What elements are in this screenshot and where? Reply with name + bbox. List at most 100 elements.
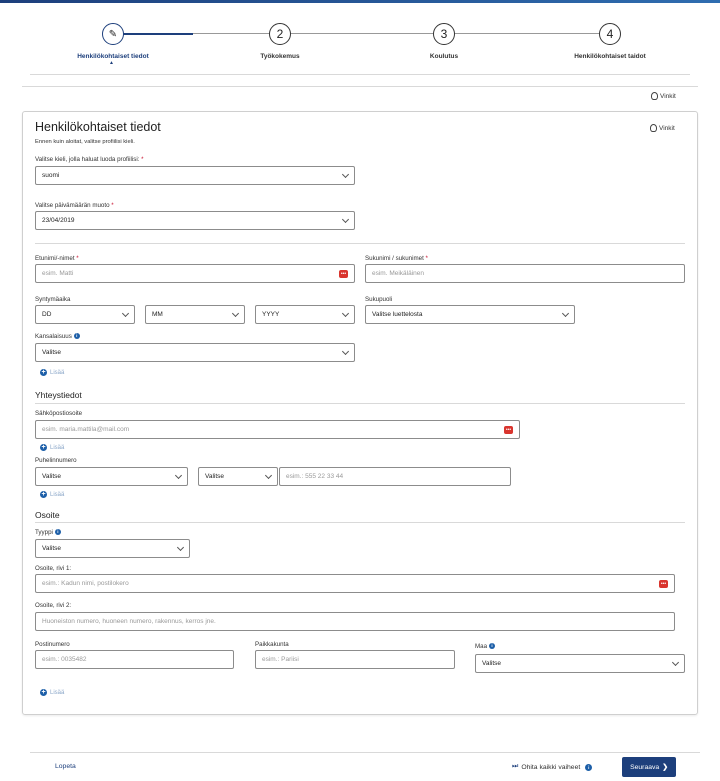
language-select[interactable]: suomi xyxy=(35,166,355,185)
add-label: Lisää xyxy=(50,444,65,451)
chevron-down-icon xyxy=(341,170,350,179)
step-4-circle[interactable]: 4 xyxy=(599,23,621,45)
email-input[interactable]: esim. maria.mattila@mail.com ••• xyxy=(35,420,520,439)
chevron-down-icon xyxy=(561,309,570,318)
gender-select[interactable]: Valitse luettelosta xyxy=(365,305,575,324)
address-line2-placeholder: Huoneiston numero, huoneen numero, raken… xyxy=(42,618,216,625)
phone-type-value: Valitse xyxy=(42,473,62,480)
step-line-3 xyxy=(454,33,599,34)
contact-heading: Yhteystiedot xyxy=(35,390,82,400)
address-line2-input[interactable]: Huoneiston numero, huoneen numero, raken… xyxy=(35,612,675,631)
phone-number-input[interactable]: esim.: 555 22 33 44 xyxy=(279,467,511,486)
divider xyxy=(35,403,685,404)
birth-month-select[interactable]: MM xyxy=(145,305,245,324)
last-name-input[interactable]: esim. Meikäläinen xyxy=(365,264,685,283)
add-nationality-button[interactable]: + Lisää xyxy=(40,369,64,376)
email-placeholder: esim. maria.mattila@mail.com xyxy=(42,426,130,433)
birth-year-select[interactable]: YYYY xyxy=(255,305,355,324)
step-2-circle[interactable]: 2 xyxy=(269,23,291,45)
country-select[interactable]: Valitse xyxy=(475,654,685,673)
nationality-select[interactable]: Valitse xyxy=(35,343,355,362)
info-icon[interactable]: i xyxy=(54,529,61,536)
first-name-input[interactable]: esim. Matti ••• xyxy=(35,264,355,283)
autofill-key-icon[interactable]: ••• xyxy=(339,270,348,278)
phone-placeholder: esim.: 555 22 33 44 xyxy=(286,473,344,480)
step-line-2 xyxy=(290,33,433,34)
chevron-down-icon xyxy=(176,543,185,552)
add-email-button[interactable]: + Lisää xyxy=(40,444,64,451)
add-phone-button[interactable]: + Lisää xyxy=(40,491,64,498)
tips-link-card[interactable]: Vinkit xyxy=(650,124,675,132)
plus-circle-icon: + xyxy=(40,689,47,696)
step-2-number: 2 xyxy=(276,27,284,41)
city-label: Paikkakunta xyxy=(255,641,289,648)
postcode-placeholder: esim.: 0035482 xyxy=(42,656,87,663)
address-heading: Osoite xyxy=(35,510,60,520)
step-2-label[interactable]: Työkokemus xyxy=(215,53,345,60)
lightbulb-icon xyxy=(650,124,657,132)
add-label: Lisää xyxy=(50,491,65,498)
chevron-down-icon xyxy=(231,309,240,318)
birth-day-select[interactable]: DD xyxy=(35,305,135,324)
postcode-input[interactable]: esim.: 0035482 xyxy=(35,650,234,669)
phone-code-value: Valitse xyxy=(205,473,225,480)
info-icon[interactable]: i xyxy=(585,763,593,771)
divider xyxy=(30,74,690,75)
divider xyxy=(35,522,685,523)
gender-label: Sukupuoli xyxy=(365,296,393,303)
tips-label: Vinkit xyxy=(660,92,676,100)
phone-type-select[interactable]: Valitse xyxy=(35,467,188,486)
chevron-down-icon xyxy=(671,658,680,667)
step-3-label[interactable]: Koulutus xyxy=(379,53,509,60)
autofill-key-icon[interactable]: ••• xyxy=(659,580,668,588)
skip-label: Ohita kaikki vaiheet xyxy=(521,763,581,771)
first-name-label: Etunimi/-nimet * xyxy=(35,255,79,262)
step-3-number: 3 xyxy=(440,27,448,41)
step-4-number: 4 xyxy=(606,27,614,41)
first-name-placeholder: esim. Matti xyxy=(42,270,74,277)
phone-code-select[interactable]: Valitse xyxy=(198,467,278,486)
birth-month-value: MM xyxy=(152,311,163,318)
date-format-value: 23/04/2019 xyxy=(42,217,75,224)
step-1-circle[interactable]: ✎ xyxy=(102,23,124,45)
add-address-button[interactable]: + Lisää xyxy=(40,689,64,696)
country-value: Valitse xyxy=(482,660,502,667)
address-type-value: Valitse xyxy=(42,545,62,552)
skip-all-link[interactable]: ⏭ Ohita kaikki vaiheet i xyxy=(512,763,593,771)
city-input[interactable]: esim.: Pariisi xyxy=(255,650,455,669)
address-type-select[interactable]: Valitse xyxy=(35,539,190,558)
birth-year-value: YYYY xyxy=(262,311,280,318)
step-1-label[interactable]: Henkilökohtaiset tiedot xyxy=(48,53,178,60)
chevron-down-icon xyxy=(174,471,183,480)
address-line1-placeholder: esim.: Kadun nimi, postilokero xyxy=(42,580,129,587)
chevron-down-icon xyxy=(121,309,130,318)
info-icon[interactable]: i xyxy=(73,333,80,340)
address-line2-label: Osoite, rivi 2: xyxy=(35,602,72,609)
address-line1-input[interactable]: esim.: Kadun nimi, postilokero ••• xyxy=(35,574,675,593)
top-accent-bar xyxy=(0,0,720,3)
next-button[interactable]: Seuraava ❯ xyxy=(622,757,676,777)
add-label: Lisää xyxy=(50,689,65,696)
postcode-label: Postinumero xyxy=(35,641,70,648)
divider xyxy=(35,243,685,244)
chevron-right-icon: ❯ xyxy=(662,764,668,771)
autofill-key-icon[interactable]: ••• xyxy=(504,426,513,434)
birth-date-label: Syntymäaika xyxy=(35,296,71,303)
pencil-icon: ✎ xyxy=(108,28,118,40)
nationality-value: Valitse xyxy=(42,349,62,356)
quit-link[interactable]: Lopeta xyxy=(55,763,76,770)
plus-circle-icon: + xyxy=(40,491,47,498)
tips-label: Vinkit xyxy=(659,124,675,132)
last-name-placeholder: esim. Meikäläinen xyxy=(372,270,425,277)
plus-circle-icon: + xyxy=(40,369,47,376)
step-line-1-active xyxy=(123,33,193,35)
card-title: Henkilökohtaiset tiedot xyxy=(35,120,161,134)
step-3-circle[interactable]: 3 xyxy=(433,23,455,45)
country-label: Maa i xyxy=(475,643,496,650)
tips-link-top[interactable]: Vinkit xyxy=(651,92,676,100)
date-format-select[interactable]: 23/04/2019 xyxy=(35,211,355,230)
add-label: Lisää xyxy=(50,369,65,376)
email-label: Sähköpostiosoite xyxy=(35,410,83,417)
info-icon[interactable]: i xyxy=(489,643,496,650)
step-4-label[interactable]: Henkilökohtaiset taidot xyxy=(545,53,675,60)
